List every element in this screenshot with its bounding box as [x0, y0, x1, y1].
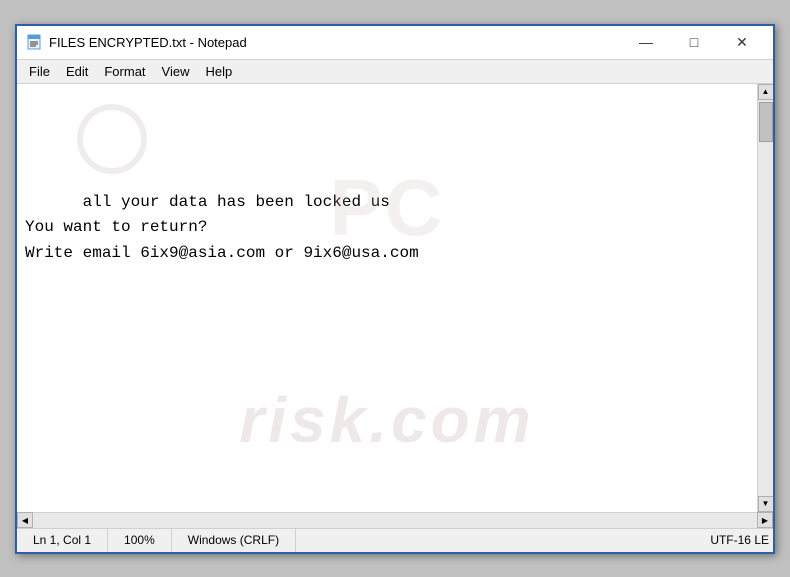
close-button[interactable]: ✕ [719, 27, 765, 57]
menu-file[interactable]: File [21, 60, 58, 83]
scroll-right-arrow[interactable]: ▶ [757, 512, 773, 528]
scroll-track-h[interactable] [33, 513, 757, 528]
editor-area: PC risk.com all your data has been locke… [17, 84, 773, 512]
status-bar: Ln 1, Col 1 100% Windows (CRLF) UTF-16 L… [17, 528, 773, 552]
cursor-position: Ln 1, Col 1 [17, 529, 108, 552]
menu-bar: File Edit Format View Help [17, 60, 773, 84]
editor-text: all your data has been locked us You wan… [25, 193, 419, 262]
minimize-button[interactable]: — [623, 27, 669, 57]
zoom-level: 100% [108, 529, 172, 552]
scroll-thumb-v[interactable] [759, 102, 773, 142]
title-bar: FILES ENCRYPTED.txt - Notepad — □ ✕ [17, 26, 773, 60]
app-icon [25, 33, 43, 51]
menu-format[interactable]: Format [96, 60, 153, 83]
scroll-up-arrow[interactable]: ▲ [758, 84, 774, 100]
line-ending: Windows (CRLF) [172, 529, 296, 552]
scroll-down-arrow[interactable]: ▼ [758, 496, 774, 512]
menu-edit[interactable]: Edit [58, 60, 96, 83]
bottom-area: ◀ ▶ Ln 1, Col 1 100% Windows (CRLF) UTF-… [17, 512, 773, 552]
maximize-button[interactable]: □ [671, 27, 717, 57]
notepad-window: FILES ENCRYPTED.txt - Notepad — □ ✕ File… [15, 24, 775, 554]
horizontal-scrollbar[interactable]: ◀ ▶ [17, 512, 773, 528]
menu-help[interactable]: Help [197, 60, 240, 83]
scroll-left-arrow[interactable]: ◀ [17, 512, 33, 528]
window-controls: — □ ✕ [623, 27, 765, 57]
menu-view[interactable]: View [154, 60, 198, 83]
watermark-circle [77, 104, 147, 174]
encoding: UTF-16 LE [694, 529, 773, 552]
text-editor[interactable]: PC risk.com all your data has been locke… [17, 84, 757, 512]
scroll-track-v[interactable] [758, 100, 773, 496]
watermark-bottom: risk.com [239, 369, 534, 471]
window-title: FILES ENCRYPTED.txt - Notepad [49, 35, 623, 50]
vertical-scrollbar[interactable]: ▲ ▼ [757, 84, 773, 512]
